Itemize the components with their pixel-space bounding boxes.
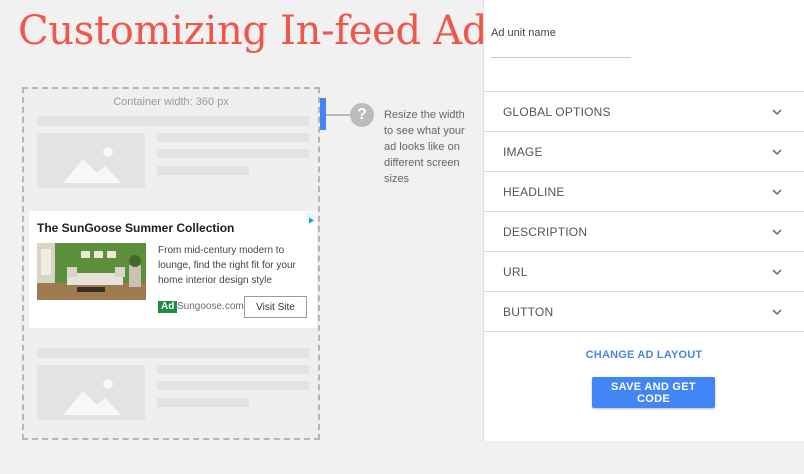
page-title: Customizing In-feed Ad [18, 8, 488, 54]
options-accordion: GLOBAL OPTIONS IMAGE HEADLINE DESCRIPTIO… [484, 91, 804, 332]
visit-site-button[interactable]: Visit Site [244, 296, 307, 318]
chevron-down-icon [772, 148, 782, 155]
placeholder-image [37, 365, 145, 420]
ad-unit-name-input[interactable] [491, 41, 631, 58]
section-headline[interactable]: HEADLINE [484, 172, 804, 212]
section-image[interactable]: IMAGE [484, 132, 804, 172]
placeholder-bar [37, 116, 309, 126]
resize-help-text: Resize the width to see what your ad loo… [384, 109, 465, 185]
ad-domain[interactable]: Sungoose.com [177, 300, 244, 314]
in-feed-ad[interactable]: The SunGoose Summer Collection From mid-… [29, 211, 317, 328]
chevron-down-icon [772, 228, 782, 235]
ad-unit-name-label: Ad unit name [491, 27, 556, 39]
adchoices-icon[interactable] [306, 212, 316, 224]
settings-panel: Ad unit name GLOBAL OPTIONS IMAGE HEADLI… [483, 0, 804, 441]
placeholder-line [157, 166, 249, 175]
placeholder-line [157, 381, 309, 390]
section-description[interactable]: DESCRIPTION [484, 212, 804, 252]
placeholder-line [157, 398, 249, 407]
section-label: IMAGE [503, 144, 543, 159]
section-label: DESCRIPTION [503, 224, 588, 239]
ad-description: From mid-century modern to lounge, find … [158, 245, 296, 286]
placeholder-line [157, 133, 309, 142]
placeholder-line [157, 149, 309, 158]
section-label: BUTTON [503, 304, 554, 319]
chevron-down-icon [772, 188, 782, 195]
placeholder-bar [37, 348, 309, 358]
chevron-down-icon [772, 108, 782, 115]
section-label: GLOBAL OPTIONS [503, 104, 611, 119]
section-button[interactable]: BUTTON [484, 292, 804, 332]
section-label: HEADLINE [503, 184, 565, 199]
section-label: URL [503, 264, 528, 279]
chevron-down-icon [772, 308, 782, 315]
change-ad-layout-link[interactable]: CHANGE AD LAYOUT [484, 349, 804, 361]
section-global-options[interactable]: GLOBAL OPTIONS [484, 92, 804, 132]
placeholder-image [37, 133, 145, 188]
section-url[interactable]: URL [484, 252, 804, 292]
ad-image[interactable] [37, 243, 146, 300]
ad-badge: Ad [158, 301, 178, 313]
chevron-down-icon [772, 268, 782, 275]
help-connector [326, 114, 352, 116]
placeholder-line [157, 365, 309, 374]
save-and-get-code-button[interactable]: SAVE AND GET CODE [592, 377, 715, 408]
container-width-label: Container width: 360 px [113, 96, 229, 108]
ad-headline[interactable]: The SunGoose Summer Collection [37, 221, 234, 235]
question-mark-icon: ? [350, 103, 374, 127]
